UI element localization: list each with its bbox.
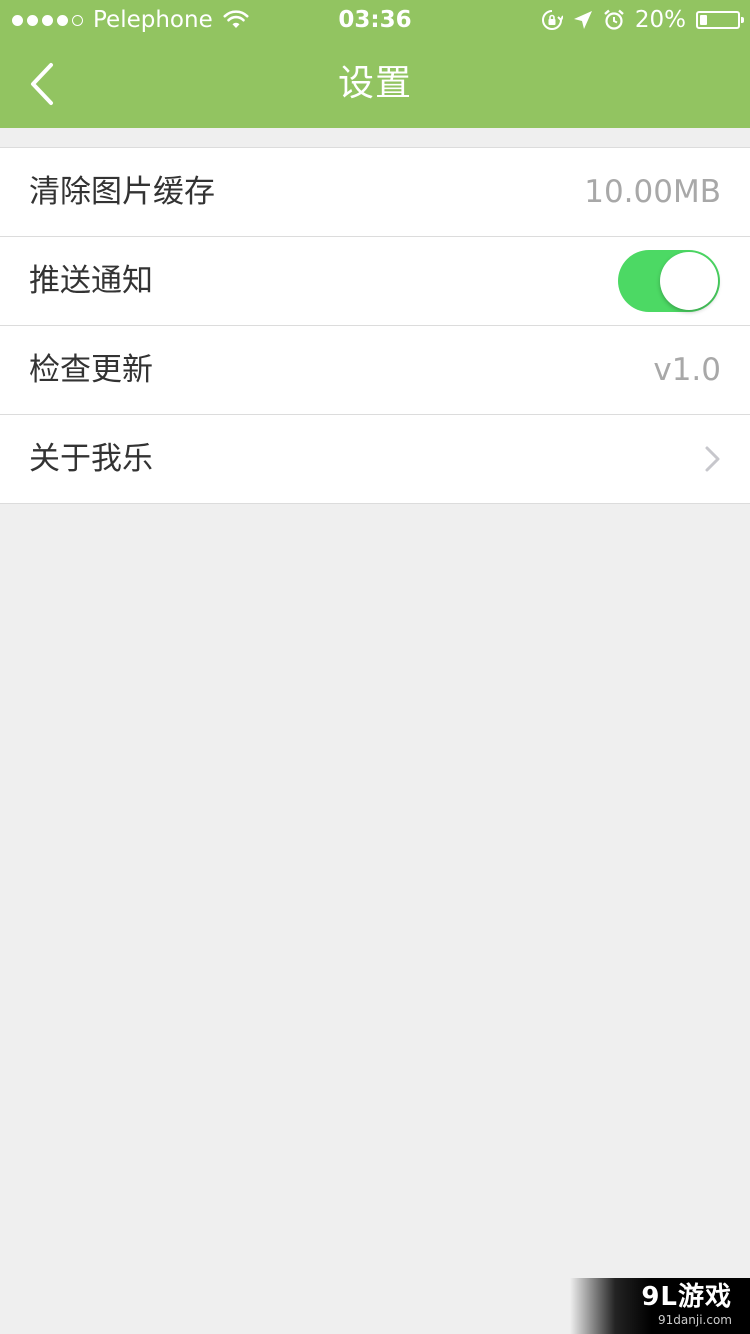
battery-percentage: 20% (634, 7, 686, 33)
alarm-clock-icon (604, 9, 624, 30)
clear-cache-label: 清除图片缓存 (29, 174, 215, 210)
location-arrow-icon (573, 11, 592, 29)
battery-icon (696, 11, 744, 29)
watermark-brand: 9L游戏 (641, 1282, 732, 1312)
chevron-right-icon (705, 446, 720, 472)
clear-cache-row[interactable]: 清除图片缓存 10.00MB (0, 148, 750, 237)
app-header: Pelephone 03:36 20% 设置 (0, 0, 750, 128)
about-row[interactable]: 关于我乐 (0, 415, 750, 504)
version-value: v1.0 (653, 352, 721, 388)
status-bar: Pelephone 03:36 20% (0, 0, 750, 40)
status-right: 20% (541, 6, 744, 34)
push-notifications-row: 推送通知 (0, 237, 750, 326)
watermark-logo: 9L游戏 91danji.com (570, 1278, 750, 1334)
rotation-lock-icon (541, 10, 563, 30)
about-label: 关于我乐 (29, 441, 153, 477)
battery-level-fill (700, 15, 707, 25)
check-update-row[interactable]: 检查更新 v1.0 (0, 326, 750, 415)
watermark-url: 91danji.com (658, 1313, 732, 1327)
check-update-label: 检查更新 (29, 352, 153, 388)
page-title: 设置 (337, 63, 412, 104)
cache-size-value: 10.00MB (584, 174, 721, 210)
push-notifications-toggle[interactable] (618, 250, 720, 312)
push-notifications-label: 推送通知 (29, 263, 153, 299)
settings-list: 清除图片缓存 10.00MB 推送通知 检查更新 v1.0 关于我乐 (0, 147, 750, 504)
toggle-knob (660, 252, 718, 310)
